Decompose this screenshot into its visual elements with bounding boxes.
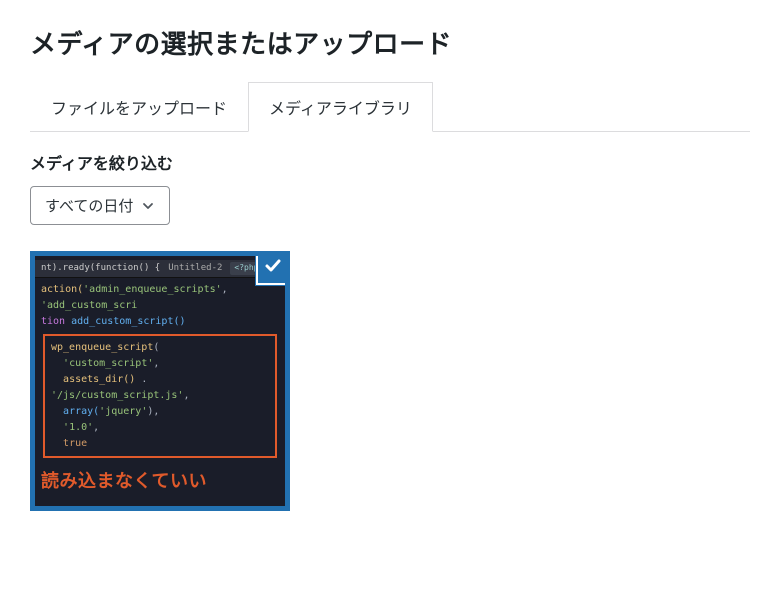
code-token: assets_dir() [63,374,135,385]
code-token: tion [41,316,65,327]
code-token: . [135,374,147,385]
thumb-code-line: assets_dir() . '/js/custom_script.js', [51,372,269,404]
thumb-topbar-fn: nt).ready(function() { [41,261,160,275]
modal-title: メディアの選択またはアップロード [30,24,750,61]
thumb-code-line: array('jquery'), [51,404,269,420]
thumb-code-line: '1.0', [51,420,269,436]
code-token: 'custom_script' [63,358,153,369]
tab-library[interactable]: メディアライブラリ [248,82,433,132]
thumb-code-line: wp_enqueue_script( [51,340,269,356]
thumb-highlight-box: wp_enqueue_script( 'custom_script', asse… [43,334,277,458]
code-token: '1.0' [63,422,93,433]
code-token: , [222,284,228,295]
date-filter-select[interactable]: すべての日付 [30,186,170,225]
code-token: 'add_custom_scri [41,300,137,311]
thumb-code-line: true [51,436,269,452]
date-filter-value: すべての日付 [45,195,133,216]
check-icon [263,256,283,281]
code-token: wp_enqueue_script [51,342,153,353]
thumb-editor-tabbar: nt).ready(function() { Untitled-2 <?php [35,260,285,278]
selection-check-badge[interactable] [256,251,290,285]
thumb-code-line: 'custom_script', [51,356,269,372]
code-token: add_custom_script() [65,316,185,327]
tab-upload[interactable]: ファイルをアップロード [30,82,248,132]
code-token: ( [153,342,159,353]
filter-label: メディアを絞り込む [30,150,750,174]
media-grid: nt).ready(function() { Untitled-2 <?php … [30,251,750,511]
code-token: 'admin_enqueue_scripts' [83,284,221,295]
code-token: 'jquery' [99,406,147,417]
code-token: true [63,438,87,449]
thumb-code-line: action('admin_enqueue_scripts', 'add_cus… [41,282,279,314]
media-tabs: ファイルをアップロード メディアライブラリ [30,81,750,132]
thumb-caption-text: 読み込まなくていい [35,467,285,496]
chevron-down-icon [141,199,155,213]
thumb-code-area: action('admin_enqueue_scripts', 'add_cus… [35,278,285,472]
thumb-code-line: tion add_custom_script() [41,314,279,330]
code-token: array( [63,406,99,417]
code-token: action( [41,284,83,295]
code-token: ) [147,406,153,417]
code-token: '/js/custom_script.js' [51,390,183,401]
media-item-selected[interactable]: nt).ready(function() { Untitled-2 <?php … [30,251,290,511]
thumb-topbar-tab: Untitled-2 [168,261,222,275]
media-thumbnail: nt).ready(function() { Untitled-2 <?php … [35,256,285,506]
